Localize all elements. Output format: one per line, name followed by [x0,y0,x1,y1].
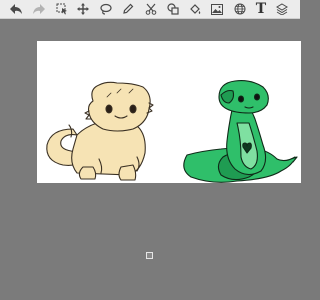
page-indicator-square [145,251,153,259]
lasso-icon[interactable] [98,1,114,17]
globe-icon[interactable] [232,1,248,17]
cut-icon[interactable] [143,1,159,17]
drawing-canvas[interactable] [37,41,301,183]
page-indicator[interactable] [144,250,154,260]
text-icon[interactable]: T [253,1,269,17]
fill-icon[interactable] [187,1,203,17]
redo-icon[interactable] [31,1,47,17]
image-icon[interactable] [209,1,225,17]
drawing-app: T [0,0,301,300]
top-toolbar: T [0,0,300,19]
move-icon[interactable] [75,1,91,17]
text-tool-glyph: T [255,1,267,17]
undo-icon[interactable] [8,1,24,17]
layers-icon[interactable] [274,1,290,17]
pencil-icon[interactable] [120,1,136,17]
green-snake-drawing [183,80,298,183]
select-icon[interactable] [54,1,70,17]
shapes-icon[interactable] [165,1,181,17]
bearded-dragon-drawing [46,81,154,181]
